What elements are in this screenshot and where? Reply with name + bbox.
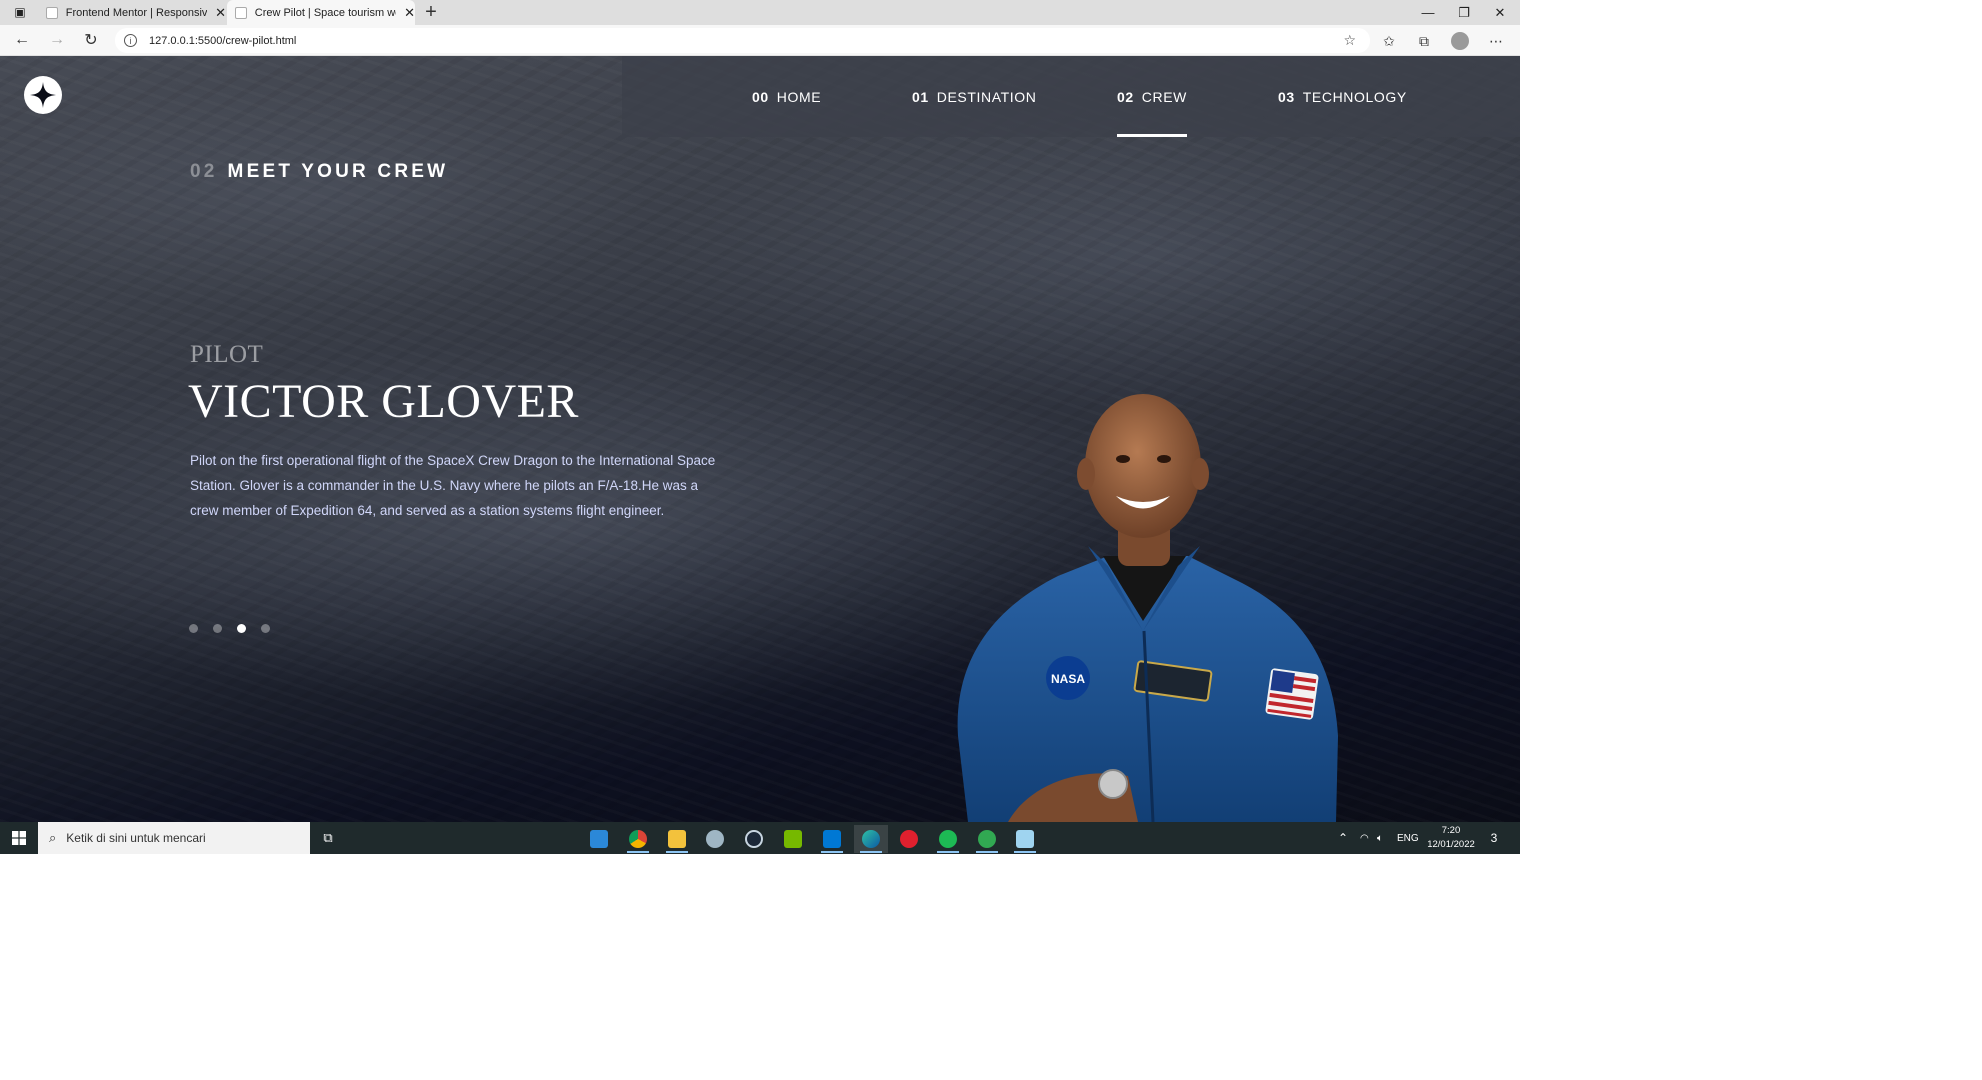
edge-app-icon[interactable] (854, 825, 888, 853)
crew-bio: Pilot on the first operational flight of… (190, 453, 716, 518)
vscode-app-icon[interactable] (815, 825, 849, 853)
search-placeholder: Ketik di sini untuk mencari (66, 831, 206, 845)
slider-dot-1[interactable] (189, 624, 198, 633)
spotify-app-icon[interactable] (931, 825, 965, 853)
nav-link-destination[interactable]: 01 DESTINATION (912, 56, 1036, 137)
clock-time: 7:20 (1441, 825, 1461, 836)
site-info-icon[interactable]: i (124, 34, 137, 47)
paint-app-icon[interactable] (698, 825, 732, 853)
network-icon[interactable]: ◠ (1360, 822, 1369, 854)
nav-link-technology[interactable]: 03 TECHNOLOGY (1278, 56, 1407, 137)
taskbar-search-input[interactable]: ⌕ Ketik di sini untuk mencari (38, 822, 310, 854)
reload-icon[interactable]: ↻ (80, 29, 102, 51)
close-window-icon[interactable]: ✕ (1482, 0, 1518, 25)
browser-toolbar: ← → ↻ i 127.0.0.1:5500/crew-pilot.html ☆… (0, 25, 1520, 56)
new-tab-button[interactable]: + (420, 0, 442, 25)
notepad-app-icon[interactable] (1008, 825, 1042, 853)
heading-text: MEET YOUR CREW (227, 161, 449, 182)
add-favorite-icon[interactable]: ☆ (1343, 32, 1356, 49)
site-logo-icon[interactable] (24, 76, 62, 114)
svg-text:NASA: NASA (1051, 672, 1085, 686)
task-view-icon[interactable]: ⧉ (318, 828, 338, 848)
crew-member-image: NASA (957, 394, 1338, 822)
notification-center-icon[interactable]: 3 (1485, 829, 1503, 847)
volume-icon[interactable]: 🔈︎ (1377, 822, 1383, 854)
browser-tab-strip: ▣ Frontend Mentor | Responsive C ✕ Crew … (0, 0, 1520, 25)
crew-slider-dots (189, 624, 270, 633)
nav-label: HOME (776, 88, 822, 105)
slider-dot-2[interactable] (213, 624, 222, 633)
nav-number: 01 (912, 88, 929, 105)
search-icon: ⌕ (49, 830, 57, 845)
nav-number: 03 (1278, 88, 1295, 105)
heading-number: 02 (190, 161, 218, 182)
store-app-icon[interactable] (582, 825, 616, 853)
taskbar-clock[interactable]: 7:20 12/01/2022 (1425, 824, 1477, 852)
file-explorer-icon[interactable] (660, 825, 694, 853)
crew-role: PILOT (190, 341, 264, 368)
page-heading: 02 MEET YOUR CREW (190, 161, 448, 183)
tab-favicon-icon (46, 6, 58, 19)
browser-tab-frontend-mentor[interactable]: Frontend Mentor | Responsive C ✕ (38, 0, 226, 25)
steam-app-icon[interactable] (737, 825, 771, 853)
nav-label: CREW (1141, 88, 1187, 105)
slider-dot-3[interactable] (237, 624, 246, 633)
tab-title: Frontend Mentor | Responsive C (65, 6, 208, 19)
minimize-icon[interactable]: — (1410, 0, 1446, 25)
url-text[interactable]: 127.0.0.1:5500/crew-pilot.html (149, 35, 296, 47)
os-taskbar: ⌕ Ketik di sini untuk mencari ⧉ ⌃ ◠ 🔈︎ E… (0, 822, 1520, 854)
tab-actions-icon[interactable]: ▣ (10, 3, 30, 21)
tray-overflow-icon[interactable]: ⌃ (1338, 822, 1348, 854)
language-indicator[interactable]: ENG (1397, 822, 1419, 854)
browser-tab-crew-pilot[interactable]: Crew Pilot | Space tourism websi ✕ (227, 0, 415, 25)
back-icon[interactable]: ← (11, 29, 33, 51)
notification-count: 3 (1490, 831, 1498, 845)
clock-date: 12/01/2022 (1427, 839, 1475, 850)
media-app-icon[interactable] (892, 825, 926, 853)
nav-number: 02 (1117, 88, 1134, 105)
nvidia-app-icon[interactable] (776, 825, 810, 853)
slider-dot-4[interactable] (261, 624, 270, 633)
tab-close-icon[interactable]: ✕ (215, 5, 226, 21)
nav-link-home[interactable]: 00 HOME (752, 56, 821, 137)
favorites-icon[interactable]: ✩ (1378, 30, 1400, 52)
tab-close-icon[interactable]: ✕ (404, 5, 415, 21)
nav-label: TECHNOLOGY (1302, 88, 1407, 105)
nav-label: DESTINATION (936, 88, 1037, 105)
collections-icon[interactable]: ⧉ (1413, 30, 1435, 52)
chrome-app-icon[interactable] (621, 825, 655, 853)
address-bar[interactable]: i 127.0.0.1:5500/crew-pilot.html ☆ (115, 28, 1370, 53)
windows-start-icon[interactable] (0, 822, 38, 854)
more-options-icon[interactable]: ⋯ (1485, 30, 1507, 52)
nav-number: 00 (752, 88, 769, 105)
tab-favicon-icon (235, 6, 247, 19)
page-viewport: 00 HOME 01 DESTINATION 02 CREW 03 TECHNO… (0, 56, 1520, 822)
telegram-app-icon[interactable] (970, 825, 1004, 853)
profile-avatar-icon[interactable] (1449, 30, 1471, 52)
main-navigation: 00 HOME 01 DESTINATION 02 CREW 03 TECHNO… (622, 56, 1520, 137)
crew-name: VICTOR GLOVER (188, 375, 579, 428)
nav-link-crew[interactable]: 02 CREW (1117, 56, 1187, 137)
forward-icon[interactable]: → (46, 29, 68, 51)
tab-title: Crew Pilot | Space tourism websi (254, 6, 396, 19)
restore-icon[interactable]: ❐ (1446, 0, 1482, 25)
